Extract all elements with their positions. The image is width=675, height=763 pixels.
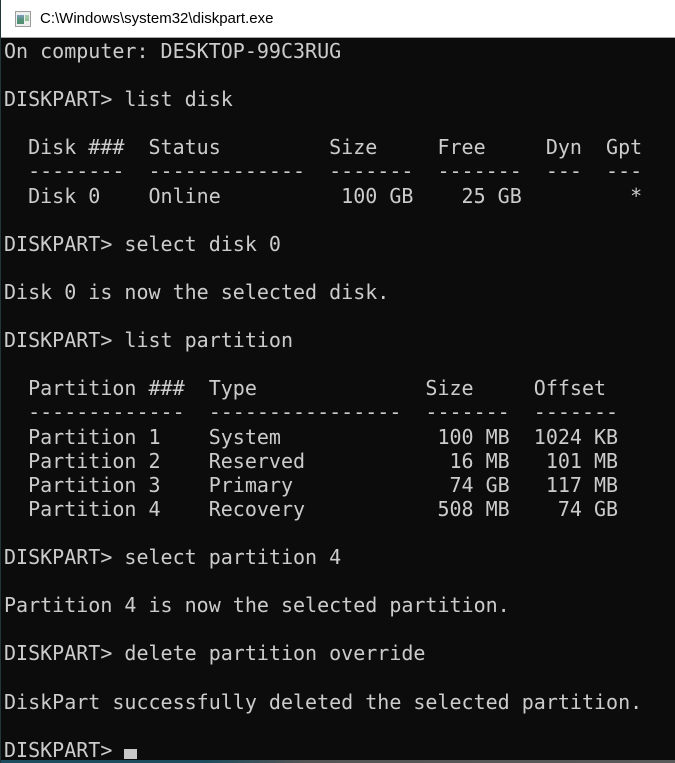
terminal-line xyxy=(4,617,675,641)
console-icon-pane xyxy=(17,15,24,24)
console-icon-pane xyxy=(25,15,29,21)
terminal-line: Disk 0 Online 100 GB 25 GB * xyxy=(4,184,675,208)
terminal-line xyxy=(4,304,675,328)
console-window: C:\Windows\system32\diskpart.exe On comp… xyxy=(0,0,675,763)
terminal-line: Disk 0 is now the selected disk. xyxy=(4,280,675,304)
terminal-line: Partition 1 System 100 MB 1024 KB xyxy=(4,425,675,449)
text-cursor-block xyxy=(124,749,137,759)
prompt-text: DISKPART> xyxy=(4,738,124,762)
terminal-line: Partition 3 Primary 74 GB 117 MB xyxy=(4,473,675,497)
terminal-line xyxy=(4,569,675,593)
console-icon[interactable] xyxy=(15,11,31,27)
terminal-line: DISKPART> select partition 4 xyxy=(4,545,675,569)
terminal-line: DISKPART> list partition xyxy=(4,328,675,352)
terminal-line xyxy=(4,352,675,376)
window-title: C:\Windows\system32\diskpart.exe xyxy=(40,10,273,27)
terminal-output[interactable]: On computer: DESKTOP-99C3RUG DISKPART> li… xyxy=(1,38,675,763)
terminal-line: Partition ### Type Size Offset xyxy=(4,376,675,400)
terminal-line: Partition 2 Reserved 16 MB 101 MB xyxy=(4,449,675,473)
terminal-line: ------------- ---------------- ------- -… xyxy=(4,400,675,424)
terminal-prompt-line: DISKPART> xyxy=(4,738,675,762)
terminal-line: On computer: DESKTOP-99C3RUG xyxy=(4,39,675,63)
terminal-line: DISKPART> list disk xyxy=(4,87,675,111)
terminal-line: DiskPart successfully deleted the select… xyxy=(4,690,675,714)
terminal-line: Partition 4 is now the selected partitio… xyxy=(4,593,675,617)
terminal-line: DISKPART> select disk 0 xyxy=(4,232,675,256)
terminal-lines: On computer: DESKTOP-99C3RUG DISKPART> li… xyxy=(4,39,675,738)
terminal-line xyxy=(4,111,675,135)
title-bar[interactable]: C:\Windows\system32\diskpart.exe xyxy=(1,0,675,38)
terminal-line xyxy=(4,665,675,689)
terminal-line: -------- ------------- ------- ------- -… xyxy=(4,159,675,183)
terminal-line: Disk ### Status Size Free Dyn Gpt xyxy=(4,135,675,159)
terminal-line xyxy=(4,521,675,545)
terminal-line xyxy=(4,208,675,232)
terminal-line xyxy=(4,714,675,738)
terminal-line xyxy=(4,63,675,87)
terminal-line xyxy=(4,256,675,280)
terminal-line: Partition 4 Recovery 508 MB 74 GB xyxy=(4,497,675,521)
terminal-line: DISKPART> delete partition override xyxy=(4,641,675,665)
